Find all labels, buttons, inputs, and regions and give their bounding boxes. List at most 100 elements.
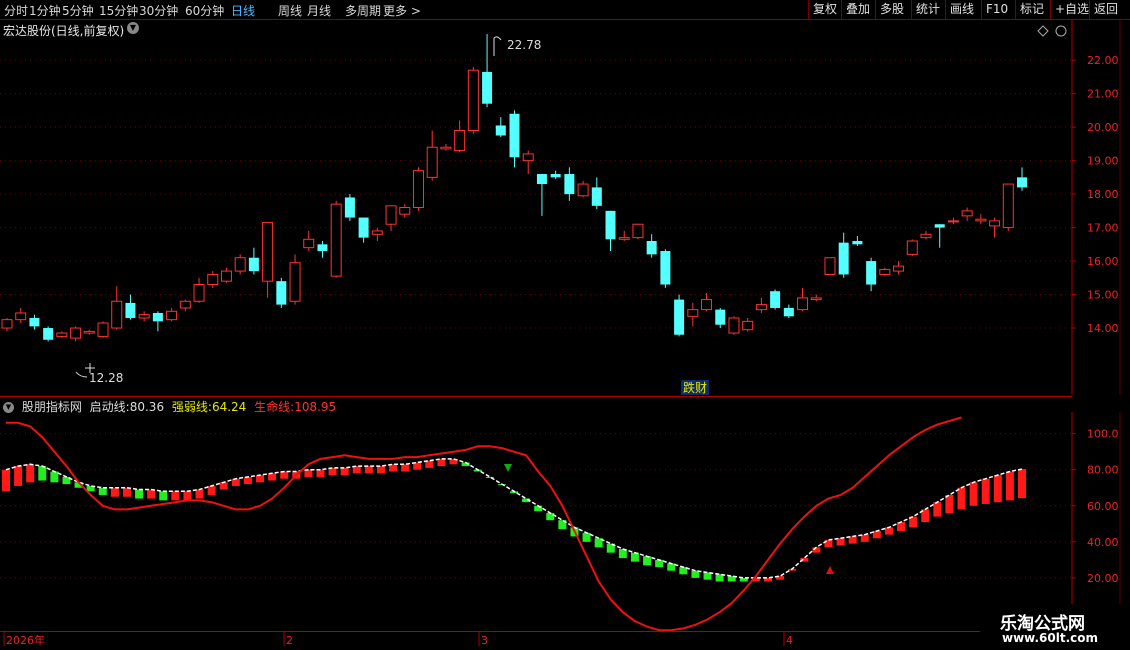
candle-body xyxy=(317,244,328,252)
main-y-axis: 22.00 21.00 20.00 19.00 18.00 17.00 16.00 15.00… xyxy=(1072,54,1119,335)
sell-arrow-icon xyxy=(504,464,512,472)
ribbon-bar xyxy=(655,559,664,568)
toolbar-button[interactable]: 多股 xyxy=(875,0,908,19)
x-tick-label: 3 xyxy=(481,634,488,647)
main-grid xyxy=(0,59,1072,329)
period-tab[interactable]: 1分钟 xyxy=(29,2,61,19)
candle-body xyxy=(632,223,644,239)
candle-body xyxy=(852,240,863,245)
ribbon-bar xyxy=(667,563,676,571)
candle-body xyxy=(866,261,877,285)
period-tab[interactable]: 分时 xyxy=(4,2,28,19)
candle-body xyxy=(412,170,424,209)
candle-body xyxy=(207,273,219,286)
toolbar-button[interactable]: F10 xyxy=(981,0,1012,19)
period-tab[interactable]: 60分钟 xyxy=(185,2,224,19)
y-tick-label: 19.00 xyxy=(1087,155,1119,168)
toolbar-button[interactable]: 标记 xyxy=(1015,0,1048,19)
y-tick-label: 80.00 xyxy=(1087,464,1119,477)
candle-body xyxy=(577,183,589,197)
low-marker: 12.28 xyxy=(75,363,123,385)
ribbon-bar xyxy=(98,487,107,495)
ribbon-bar xyxy=(38,466,47,481)
ribbon-bar xyxy=(957,487,966,510)
y-tick-label: 20.00 xyxy=(1087,121,1119,134)
candle-body xyxy=(824,257,836,275)
ribbon-bar xyxy=(1005,471,1014,501)
ribbon-bar xyxy=(122,487,131,497)
toolbar-button[interactable]: 画线 xyxy=(945,0,978,19)
ribbon-bar xyxy=(582,532,591,542)
candle-body xyxy=(426,146,438,178)
y-tick-label: 20.00 xyxy=(1087,572,1119,585)
ribbon-bar xyxy=(993,475,1002,503)
candle-body xyxy=(550,174,561,178)
candle-body xyxy=(371,230,383,235)
period-tab[interactable]: 日线 xyxy=(231,2,255,19)
candle-body xyxy=(56,332,68,337)
indicator-grid xyxy=(0,433,1072,579)
ribbon-bar xyxy=(933,502,942,517)
ribbon-bar xyxy=(872,531,881,539)
y-tick-label: 17.00 xyxy=(1087,222,1119,235)
period-tab[interactable]: 15分钟 xyxy=(99,2,138,19)
ribbon-bar xyxy=(981,478,990,504)
candle-body xyxy=(755,304,767,311)
candles xyxy=(1,34,1027,342)
y-tick-label: 100.0 xyxy=(1087,428,1119,441)
candle-body xyxy=(220,270,232,282)
corner-diamond-icon[interactable] xyxy=(1037,25,1049,37)
candle-body xyxy=(344,197,355,218)
candle-body xyxy=(728,317,740,334)
candle-body xyxy=(906,240,918,255)
ribbon-bar xyxy=(243,476,252,485)
period-tab[interactable]: 5分钟 xyxy=(62,2,94,19)
candle-body xyxy=(618,237,630,240)
candle-body xyxy=(467,69,479,131)
candle-body xyxy=(934,224,945,228)
toolbar-button[interactable]: 返回 xyxy=(1089,0,1122,19)
chevron-down-icon[interactable]: ▼ xyxy=(127,22,139,34)
y-tick-label: 40.00 xyxy=(1087,536,1119,549)
candle-body xyxy=(1017,177,1027,188)
ribbon-bar xyxy=(401,464,410,472)
period-tab[interactable]: 周线 xyxy=(278,2,302,19)
toolbar-button[interactable]: 统计 xyxy=(911,0,944,19)
candle-body xyxy=(879,268,891,275)
ribbon-bar xyxy=(207,485,216,495)
candle-body xyxy=(742,320,754,331)
candle-body xyxy=(399,207,411,215)
indicator-chart[interactable]: 100.0 80.00 60.00 40.00 20.00 xyxy=(0,412,1130,632)
candle-body xyxy=(591,187,602,206)
toolbar-button[interactable]: +自选 xyxy=(1050,0,1093,19)
buy-arrow-icon xyxy=(826,566,834,574)
candle-body xyxy=(152,312,163,322)
x-tick-label: 2026年 xyxy=(6,633,45,647)
period-tab[interactable]: 多周期 xyxy=(345,2,381,19)
candle-body xyxy=(975,218,987,222)
ribbon-bar xyxy=(26,464,35,483)
corner-circle-icon[interactable] xyxy=(1055,25,1067,37)
candle-body xyxy=(605,210,616,240)
candle-body xyxy=(234,257,246,272)
candle-body xyxy=(495,125,506,136)
candle-body xyxy=(947,220,959,223)
ribbon-bar xyxy=(50,471,59,483)
toolbar-button[interactable]: 叠加 xyxy=(841,0,874,19)
toolbar-button[interactable]: 复权 xyxy=(808,0,841,19)
low-label: 12.28 xyxy=(89,371,123,385)
ribbon-bar xyxy=(195,489,204,499)
ribbon-bar xyxy=(159,491,168,501)
period-tab[interactable]: 30分钟 xyxy=(139,2,178,19)
ribbon-bar xyxy=(231,478,240,486)
candle-body xyxy=(262,222,274,282)
candle-body xyxy=(701,299,713,311)
event-badge[interactable]: 跌财 xyxy=(683,380,707,395)
period-tab[interactable]: 月线 xyxy=(307,2,331,19)
ribbon-bar xyxy=(110,487,119,497)
candle-body xyxy=(385,205,397,225)
candlestick-chart[interactable]: 22.00 21.00 20.00 19.00 18.00 17.00 16.00 15.00… xyxy=(0,20,1130,415)
candle-body xyxy=(536,174,547,185)
candle-body xyxy=(783,307,794,317)
period-tab[interactable]: 更多 > xyxy=(383,2,421,19)
